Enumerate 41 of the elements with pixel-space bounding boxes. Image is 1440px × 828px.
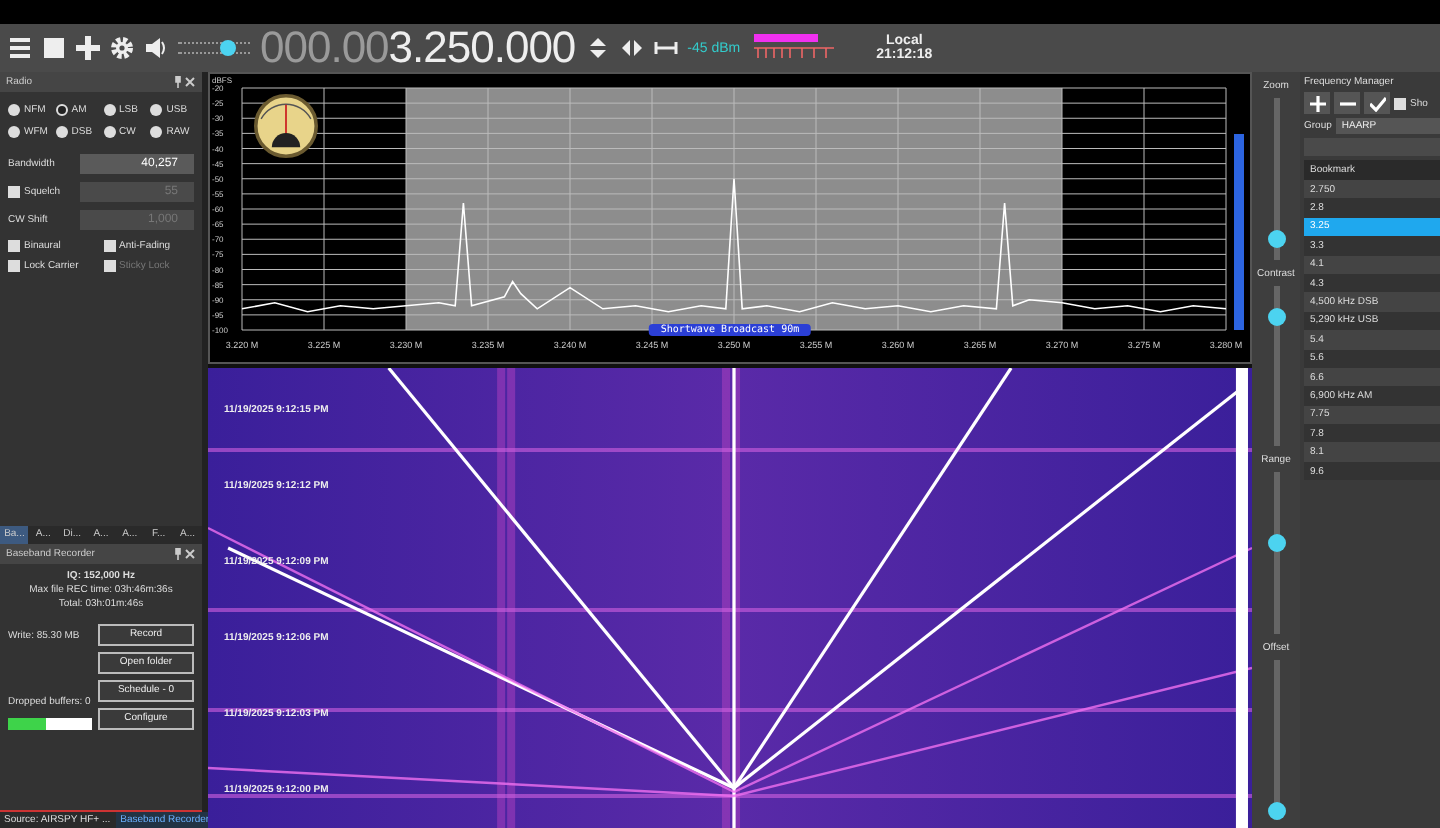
- radio-button[interactable]: [55, 126, 68, 138]
- pin-close-icon[interactable]: [172, 547, 196, 559]
- radio-button[interactable]: [55, 104, 68, 116]
- remove-button[interactable]: [1334, 92, 1360, 114]
- pin-close-icon[interactable]: [172, 76, 196, 88]
- left-right-arrows-icon[interactable]: [619, 36, 644, 60]
- checkbox-box[interactable]: [8, 260, 20, 272]
- checkbox-box[interactable]: [8, 240, 20, 252]
- menu-icon[interactable]: [8, 36, 32, 60]
- radio-button[interactable]: [150, 126, 163, 138]
- signal-meter-icon: [750, 32, 839, 64]
- radio-button[interactable]: [150, 104, 163, 116]
- width-icon[interactable]: [653, 36, 678, 60]
- check-icon: [1369, 95, 1385, 111]
- speaker-icon[interactable]: [144, 36, 168, 60]
- vertical-slider[interactable]: [1273, 472, 1279, 633]
- slider-thumb[interactable]: [220, 40, 237, 56]
- vertical-slider[interactable]: [1273, 285, 1279, 446]
- slider-thumb[interactable]: [1267, 801, 1285, 820]
- add-button[interactable]: [1304, 92, 1330, 114]
- checkbox-box[interactable]: [103, 240, 115, 252]
- radio-button[interactable]: [103, 104, 115, 116]
- s-meter-icon: [250, 94, 322, 158]
- slider-thumb[interactable]: [1267, 229, 1285, 248]
- slider-thumb[interactable]: [1267, 534, 1285, 553]
- apply-button[interactable]: [1364, 92, 1390, 114]
- vertical-slider[interactable]: [1273, 98, 1279, 259]
- radio-button[interactable]: [8, 104, 20, 116]
- frequency-display[interactable]: 000.003.250.000: [260, 22, 576, 74]
- checkbox-box[interactable]: [1394, 97, 1406, 109]
- up-down-arrows-icon[interactable]: [585, 36, 610, 60]
- radio-button[interactable]: [8, 126, 20, 138]
- vertical-slider[interactable]: [1273, 659, 1279, 820]
- radio-button[interactable]: [103, 126, 115, 138]
- stop-icon[interactable]: [42, 36, 66, 60]
- settings-icon[interactable]: [110, 36, 134, 60]
- plus-icon: [1309, 95, 1325, 111]
- plus-icon[interactable]: [76, 36, 100, 60]
- minus-icon: [1339, 101, 1355, 105]
- slider-thumb[interactable]: [1267, 307, 1285, 326]
- volume-slider[interactable]: [178, 42, 250, 54]
